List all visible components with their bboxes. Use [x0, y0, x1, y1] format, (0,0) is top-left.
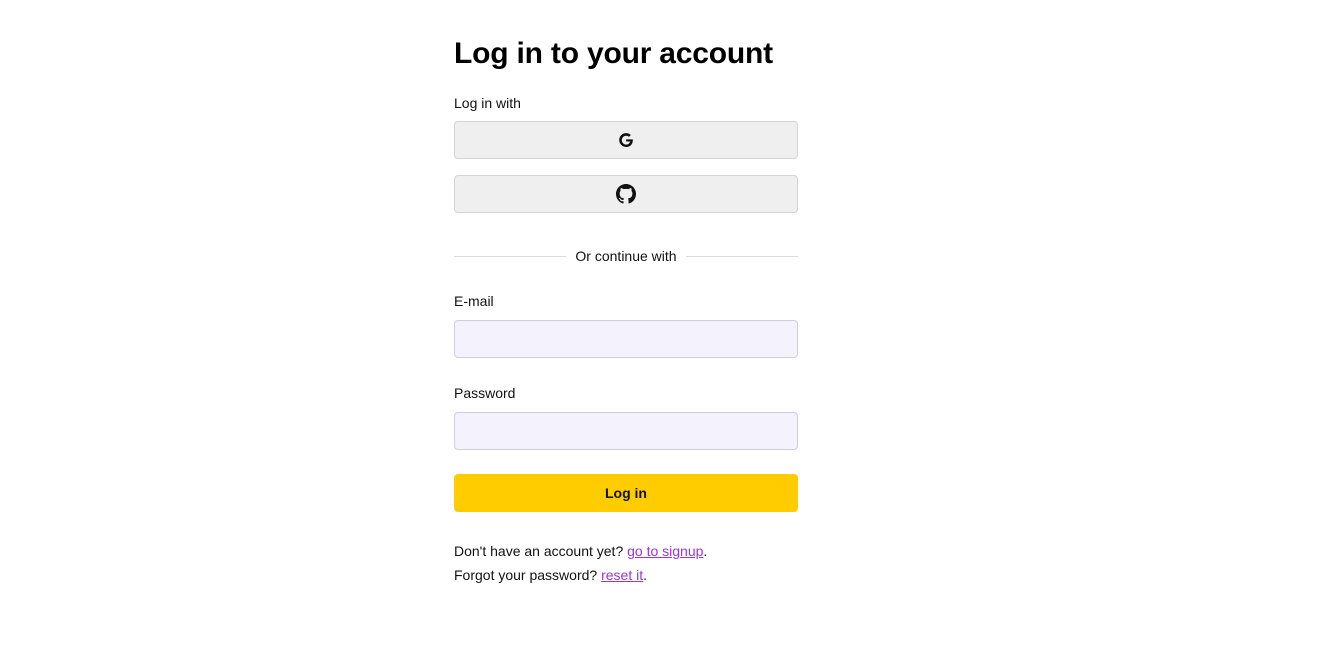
email-label: E-mail — [454, 293, 494, 309]
google-login-button[interactable] — [454, 121, 798, 159]
or-divider: Or continue with — [454, 247, 799, 265]
password-field[interactable] — [454, 412, 798, 450]
github-icon — [616, 184, 636, 204]
signup-link[interactable]: go to signup — [627, 543, 703, 559]
page-title: Log in to your account — [454, 37, 773, 70]
footer-links: Don't have an account yet? go to signup.… — [454, 539, 798, 587]
github-login-button[interactable] — [454, 175, 798, 213]
signup-suffix: . — [703, 543, 708, 559]
login-button[interactable]: Log in — [454, 474, 798, 512]
email-field[interactable] — [454, 320, 798, 358]
reset-suffix: . — [643, 567, 647, 583]
signup-line: Don't have an account yet? go to signup. — [454, 539, 798, 563]
divider-line-left — [454, 255, 567, 257]
login-with-label: Log in with — [454, 95, 521, 111]
password-label: Password — [454, 385, 516, 401]
login-container: Log in to your account Log in with Or co… — [454, 34, 799, 587]
divider-text: Or continue with — [575, 248, 677, 264]
reset-line: Forgot your password? reset it. — [454, 563, 798, 587]
reset-prefix: Forgot your password? — [454, 567, 602, 583]
signup-prefix: Don't have an account yet? — [454, 543, 628, 559]
google-icon — [617, 131, 635, 149]
reset-password-link[interactable]: reset it — [601, 567, 643, 583]
divider-line-right — [685, 255, 799, 257]
